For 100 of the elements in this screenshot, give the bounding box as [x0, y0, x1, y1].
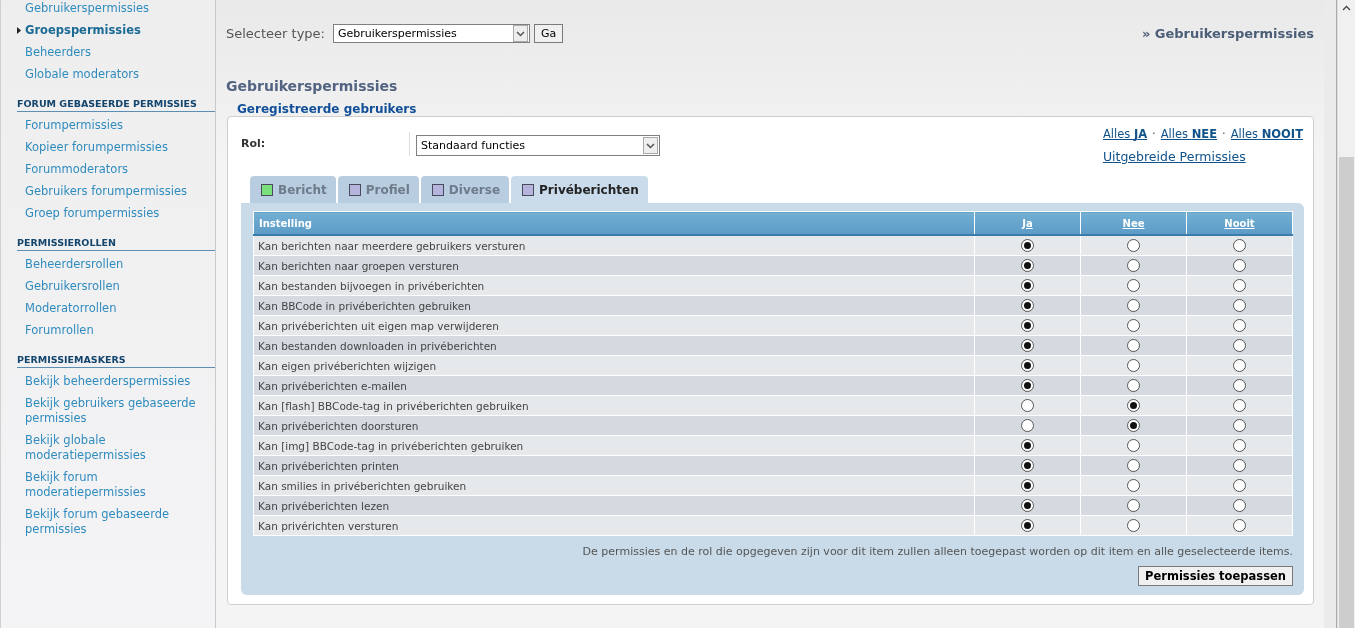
select-label: Selecteer type: — [226, 25, 325, 41]
type-select[interactable]: Gebruikerspermissies — [333, 23, 530, 43]
radio-button[interactable] — [1233, 359, 1246, 373]
tab[interactable]: Diverse — [420, 176, 510, 203]
separator-dot: · — [1152, 127, 1156, 141]
set-all-link[interactable]: Alles NEE — [1160, 127, 1218, 141]
radio-button[interactable] — [1127, 299, 1140, 313]
sidebar-link[interactable]: Moderatorrollen — [25, 301, 209, 316]
radio-button[interactable] — [1021, 239, 1034, 253]
radio-button[interactable] — [1233, 499, 1246, 513]
setting-cell: Kan privéberichten lezen — [253, 495, 975, 516]
radio-button[interactable] — [1127, 259, 1140, 273]
breadcrumb[interactable]: » Gebruikerspermissies — [1141, 25, 1314, 41]
column-header: Instelling — [253, 211, 975, 235]
radio-button[interactable] — [1021, 439, 1034, 453]
sidebar-link[interactable]: Beheerders — [25, 45, 209, 60]
sidebar-link[interactable]: Bekijk forum moderatiepermissies — [25, 470, 209, 500]
radio-button[interactable] — [1021, 299, 1034, 313]
radio-button[interactable] — [1127, 339, 1140, 353]
radio-button[interactable] — [1127, 519, 1140, 533]
advanced-permissions-link[interactable]: Uitgebreide Permissies — [1102, 149, 1303, 164]
radio-button[interactable] — [1127, 279, 1140, 293]
radio-button[interactable] — [1233, 279, 1246, 293]
separator-dot: · — [1222, 127, 1226, 141]
radio-button[interactable] — [1233, 459, 1246, 473]
setting-cell: Kan privérichten versturen — [253, 515, 975, 536]
radio-button[interactable] — [1127, 359, 1140, 373]
radio-button[interactable] — [1233, 419, 1246, 433]
role-select[interactable]: Standaard functies — [416, 135, 660, 156]
sidebar-heading: PERMISSIEROLLEN — [17, 237, 215, 251]
apply-permissions-button[interactable]: Permissies toepassen — [1138, 566, 1293, 586]
set-all-link[interactable]: Alles NOOIT — [1230, 127, 1303, 141]
radio-button[interactable] — [1021, 499, 1034, 513]
radio-button[interactable] — [1021, 359, 1034, 373]
sidebar-link[interactable]: Bekijk gebruikers gebaseerde permissies — [25, 396, 209, 426]
radio-button[interactable] — [1021, 279, 1034, 293]
radio-button[interactable] — [1021, 319, 1034, 333]
radio-button[interactable] — [1127, 439, 1140, 453]
setting-cell: Kan privéberichten e-mailen — [253, 375, 975, 396]
radio-button[interactable] — [1127, 459, 1140, 473]
radio-button[interactable] — [1127, 479, 1140, 493]
radio-button[interactable] — [1127, 499, 1140, 513]
setting-cell: Kan BBCode in privéberichten gebruiken — [253, 295, 975, 316]
role-label: Rol: — [241, 137, 267, 150]
sidebar-link[interactable]: Bekijk forum gebaseerde permissies — [25, 507, 209, 537]
column-header[interactable]: Ja — [974, 211, 1081, 235]
sidebar-link[interactable]: Kopieer forumpermissies — [25, 140, 209, 155]
setting-cell: Kan [img] BBCode-tag in privéberichten gebruiken — [253, 435, 975, 456]
sidebar-link[interactable]: Bekijk beheerderspermissies — [25, 374, 209, 389]
set-all-link[interactable]: Alles JA — [1102, 127, 1148, 141]
radio-button[interactable] — [1127, 239, 1140, 253]
column-header[interactable]: Nooit — [1186, 211, 1293, 235]
radio-button[interactable] — [1233, 339, 1246, 353]
sidebar-link[interactable]: Forumpermissies — [25, 118, 209, 133]
radio-button[interactable] — [1233, 399, 1246, 413]
radio-button[interactable] — [1233, 299, 1246, 313]
radio-button[interactable] — [1021, 479, 1034, 493]
radio-button[interactable] — [1127, 419, 1140, 433]
scroll-up-icon[interactable] — [1342, 5, 1351, 11]
radio-button[interactable] — [1233, 239, 1246, 253]
radio-button[interactable] — [1021, 379, 1034, 393]
radio-button[interactable] — [1233, 479, 1246, 493]
sidebar-link[interactable]: Beheerdersrollen — [25, 257, 209, 272]
radio-button[interactable] — [1127, 379, 1140, 393]
sidebar-link[interactable]: Groep forumpermissies — [25, 206, 209, 221]
radio-button[interactable] — [1021, 399, 1034, 413]
tab[interactable]: Bericht — [250, 176, 336, 203]
setting-cell: Kan berichten naar groepen versturen — [253, 255, 975, 276]
setting-cell: Kan privéberichten doorsturen — [253, 415, 975, 436]
setting-cell: Kan smilies in privéberichten gebruiken — [253, 475, 975, 496]
setting-cell: Kan [flash] BBCode-tag in privéberichten gebruiken — [253, 395, 975, 416]
setting-cell: Kan bestanden bijvoegen in privéberichten — [253, 275, 975, 296]
radio-button[interactable] — [1127, 399, 1140, 413]
radio-button[interactable] — [1233, 259, 1246, 273]
radio-button[interactable] — [1021, 419, 1034, 433]
sidebar-link[interactable]: Groepspermissies — [25, 23, 209, 38]
radio-button[interactable] — [1233, 519, 1246, 533]
radio-button[interactable] — [1233, 379, 1246, 393]
sidebar-link[interactable]: Gebruikers forumpermissies — [25, 184, 209, 199]
radio-button[interactable] — [1021, 459, 1034, 473]
tab[interactable]: Profiel — [337, 176, 419, 203]
radio-button[interactable] — [1233, 319, 1246, 333]
radio-button[interactable] — [1127, 319, 1140, 333]
radio-button[interactable] — [1021, 519, 1034, 533]
radio-button[interactable] — [1233, 439, 1246, 453]
sidebar-link[interactable]: Forummoderators — [25, 162, 209, 177]
radio-button[interactable] — [1021, 339, 1034, 353]
setting-cell: Kan bestanden downloaden in privéberichten — [253, 335, 975, 356]
page-title: Gebruikerspermissies — [226, 78, 399, 94]
sidebar-link[interactable]: Gebruikersrollen — [25, 279, 209, 294]
tab[interactable]: Privéberichten — [511, 176, 648, 203]
column-header[interactable]: Nee — [1080, 211, 1187, 235]
sidebar-link[interactable]: Forumrollen — [25, 323, 209, 338]
sidebar-link[interactable]: Bekijk globale moderatiepermissies — [25, 433, 209, 463]
sidebar-link[interactable]: Gebruikerspermissies — [25, 1, 209, 16]
go-button[interactable]: Ga — [534, 23, 564, 43]
sidebar-link[interactable]: Globale moderators — [25, 67, 209, 82]
setting-cell: Kan privéberichten uit eigen map verwijderen — [253, 315, 975, 336]
setting-cell: Kan privéberichten printen — [253, 455, 975, 476]
radio-button[interactable] — [1021, 259, 1034, 273]
